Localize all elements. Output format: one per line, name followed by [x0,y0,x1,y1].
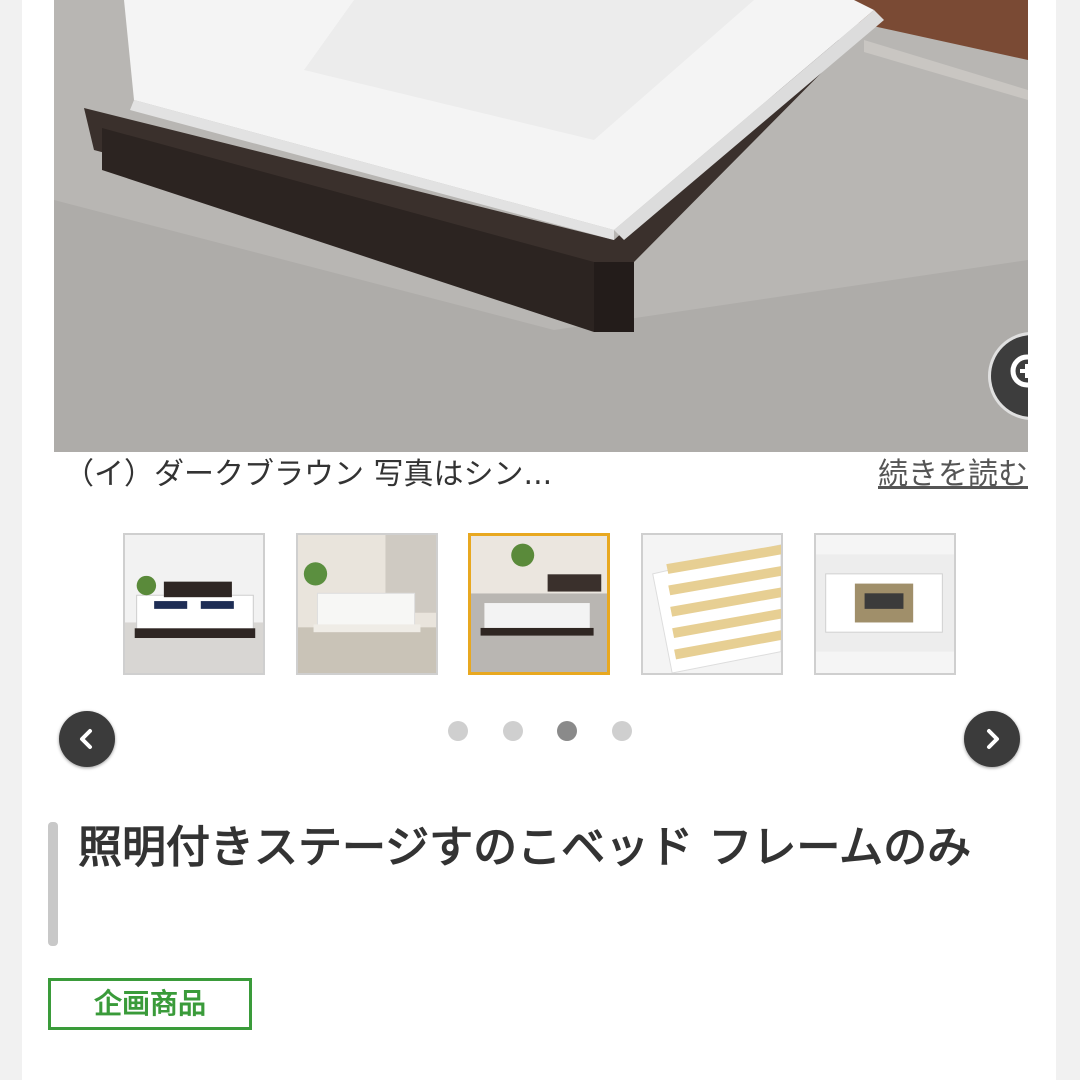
carousel-dot-2[interactable] [503,721,523,741]
carousel-dot-1[interactable] [448,721,468,741]
zoom-in-icon [1010,354,1028,388]
thumbnail-white-bed[interactable] [296,533,438,675]
status-badge: 企画商品 [48,978,252,1030]
prev-button[interactable] [59,711,115,767]
thumbnail-headboard-outlet[interactable] [814,533,956,675]
thumbnail-dark-brown-bed[interactable] [468,533,610,675]
read-more-link[interactable]: 続きを読む [854,450,1028,500]
main-product-image[interactable] [54,0,1028,452]
carousel-dot-4[interactable] [612,721,632,741]
chevron-left-icon [80,729,92,749]
carousel-dot-3[interactable] [557,721,577,741]
title-accent-bar [48,822,58,946]
thumbnail-twin-beds[interactable] [123,533,265,675]
thumbnail-slats[interactable] [641,533,783,675]
product-title: 照明付きステージすのこベッド フレームのみ [78,822,972,873]
image-caption: （イ）ダークブラウン 写真はシン... [64,457,553,492]
next-button[interactable] [964,711,1020,767]
chevron-right-icon [987,729,999,749]
